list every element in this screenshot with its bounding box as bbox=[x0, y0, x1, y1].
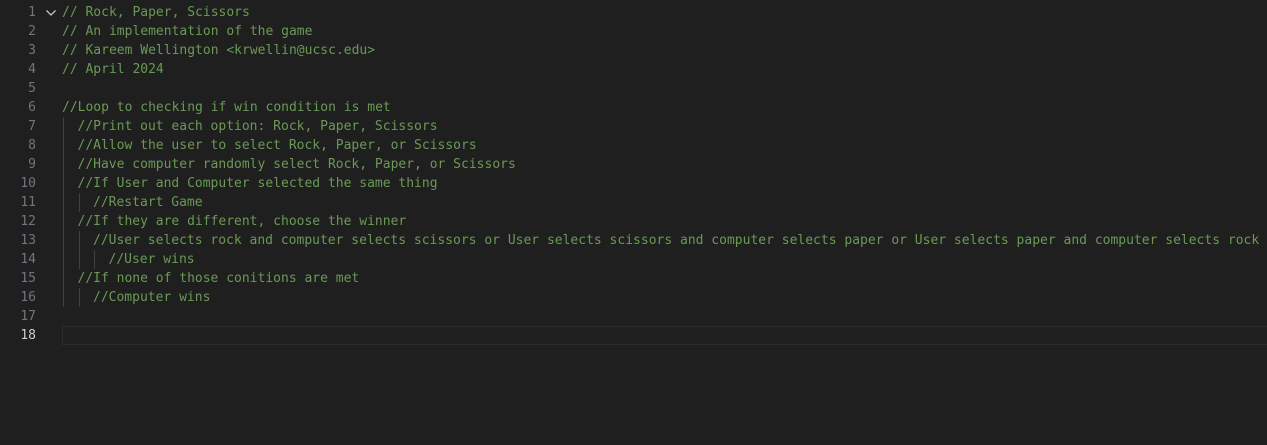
line-number: 12 bbox=[20, 214, 36, 229]
indent-guide bbox=[63, 193, 64, 212]
line-number: 13 bbox=[20, 233, 36, 248]
code-line[interactable]: 5 bbox=[0, 79, 1267, 98]
line-number: 10 bbox=[20, 176, 36, 191]
line-number: 16 bbox=[20, 290, 36, 305]
indent-guide bbox=[63, 117, 64, 136]
line-number: 3 bbox=[28, 43, 36, 58]
comment-text: //Computer wins bbox=[93, 290, 211, 305]
code-line[interactable]: 1 // Rock, Paper, Scissors bbox=[0, 3, 1267, 22]
line-number: 8 bbox=[28, 138, 36, 153]
current-line-highlight bbox=[62, 326, 1267, 345]
comment-text: //If User and Computer selected the same… bbox=[77, 176, 438, 191]
comment-text: //User selects rock and computer selects… bbox=[93, 233, 1260, 248]
line-number: 9 bbox=[28, 157, 36, 172]
indent-guide bbox=[63, 136, 64, 155]
code-line[interactable]: 6 //Loop to checking if win condition is … bbox=[0, 98, 1267, 117]
indent-guide bbox=[78, 288, 80, 307]
code-line[interactable]: 10 //If User and Computer selected the sa… bbox=[0, 174, 1267, 193]
indent-guide bbox=[63, 288, 64, 307]
code-editor[interactable]: 1 // Rock, Paper, Scissors 2 // An implemen… bbox=[0, 0, 1267, 445]
chevron-down-icon[interactable] bbox=[44, 3, 58, 22]
comment-text: //Restart Game bbox=[93, 195, 203, 210]
code-line[interactable]: 7 //Print out each option: Rock, Paper, S… bbox=[0, 117, 1267, 136]
indent-guide bbox=[78, 231, 80, 250]
line-number: 5 bbox=[28, 81, 36, 96]
indent-guide bbox=[63, 269, 64, 288]
line-number: 4 bbox=[28, 62, 36, 77]
indent-guide bbox=[63, 155, 64, 174]
code-line[interactable]: 2 // An implementation of the game bbox=[0, 22, 1267, 41]
code-line[interactable]: 9 //Have computer randomly select Rock, P… bbox=[0, 155, 1267, 174]
comment-text: //Allow the user to select Rock, Paper, … bbox=[77, 138, 477, 153]
code-line[interactable]: 14 //User wins bbox=[0, 250, 1267, 269]
line-number: 15 bbox=[20, 271, 36, 286]
indent-guide bbox=[78, 193, 80, 212]
code-line[interactable]: 11 //Restart Game bbox=[0, 193, 1267, 212]
indent-guide bbox=[63, 250, 64, 269]
indent-guide bbox=[63, 174, 64, 193]
line-number: 2 bbox=[28, 24, 36, 39]
indent-guide bbox=[78, 250, 80, 269]
line-number: 18 bbox=[20, 328, 36, 343]
line-number: 6 bbox=[28, 100, 36, 115]
comment-text: //Print out each option: Rock, Paper, Sc… bbox=[77, 119, 438, 134]
indent-guide bbox=[63, 231, 64, 250]
comment-text: //If none of those conitions are met bbox=[77, 271, 360, 286]
code-line[interactable]: 3 // Kareem Wellington <krwellin@ucsc.edu… bbox=[0, 41, 1267, 60]
line-number: 14 bbox=[20, 252, 36, 267]
code-line[interactable]: 17 bbox=[0, 307, 1267, 326]
comment-text: //Have computer randomly select Rock, Pa… bbox=[77, 157, 516, 172]
code-line[interactable]: 15 //If none of those conitions are met bbox=[0, 269, 1267, 288]
comment-text: // An implementation of the game bbox=[62, 24, 313, 39]
comment-text: //Loop to checking if win condition is m… bbox=[62, 100, 391, 115]
indent-guide bbox=[63, 212, 64, 231]
line-number: 11 bbox=[20, 195, 36, 210]
comment-text: // April 2024 bbox=[62, 62, 164, 77]
code-line[interactable]: 8 //Allow the user to select Rock, Paper,… bbox=[0, 136, 1267, 155]
comment-text: //If they are different, choose the winn… bbox=[77, 214, 407, 229]
comment-text: // Rock, Paper, Scissors bbox=[62, 5, 250, 20]
code-line[interactable]: 4 // April 2024 bbox=[0, 60, 1267, 79]
comment-text: // Kareem Wellington <krwellin@ucsc.edu> bbox=[62, 43, 376, 58]
code-line[interactable]: 13 //User selects rock and computer selec… bbox=[0, 231, 1267, 250]
code-line[interactable]: 16 //Computer wins bbox=[0, 288, 1267, 307]
code-line[interactable]: 12 //If they are different, choose the wi… bbox=[0, 212, 1267, 231]
indent-guide bbox=[94, 250, 95, 269]
code-line[interactable]: 18 bbox=[0, 326, 1267, 345]
line-number: 1 bbox=[28, 5, 36, 20]
comment-text: //User wins bbox=[108, 252, 195, 267]
line-number: 17 bbox=[20, 309, 36, 324]
line-number: 7 bbox=[28, 119, 36, 134]
